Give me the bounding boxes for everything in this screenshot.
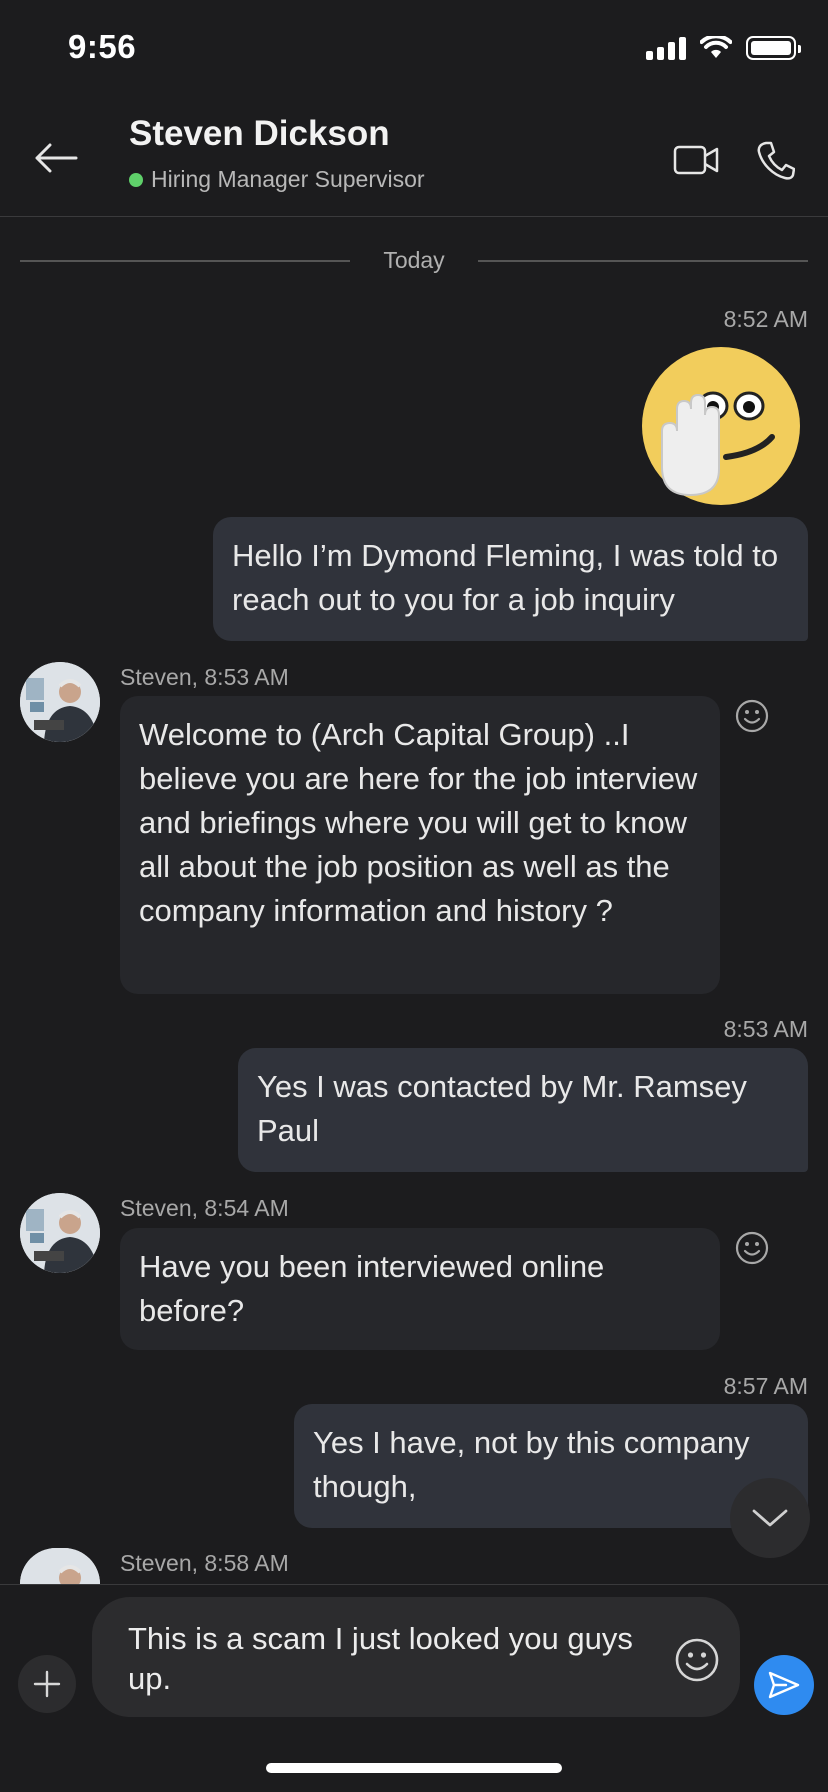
waving-emoji-sticker[interactable] [640, 345, 802, 507]
status-bar: 9:56 [0, 0, 828, 100]
message-text: Yes I was contacted by Mr. Ramsey Paul [257, 1069, 747, 1148]
scroll-to-bottom-button[interactable] [730, 1478, 810, 1558]
smiley-icon[interactable] [674, 1637, 720, 1683]
message-text: Welcome to (Arch Capital Group) ..I beli… [139, 717, 698, 928]
message-bubble-incoming[interactable]: Have you been interviewed online before? [120, 1228, 720, 1350]
smiley-icon[interactable] [734, 698, 770, 734]
audio-call-button[interactable] [748, 132, 804, 188]
message-input[interactable]: This is a scam I just looked you guys up… [92, 1597, 740, 1717]
contact-subtitle: Hiring Manager Supervisor [129, 166, 425, 193]
avatar[interactable] [20, 662, 100, 742]
message-timestamp: 8:53 AM [723, 1016, 808, 1042]
chevron-down-icon [752, 1509, 788, 1527]
date-divider: Today [20, 245, 808, 275]
presence-indicator [129, 172, 143, 187]
avatar-photo [20, 662, 100, 742]
avatar-photo [20, 1548, 100, 1584]
message-bubble-incoming[interactable]: Welcome to (Arch Capital Group) ..I beli… [120, 696, 720, 994]
avatar-photo [20, 1193, 100, 1273]
sender-line: Steven, 8:53 AM [120, 664, 289, 690]
divider-line [478, 260, 808, 262]
wifi-icon [700, 36, 732, 58]
message-text: Have you been interviewed online before? [139, 1249, 605, 1328]
message-timestamp: 8:57 AM [723, 1373, 808, 1399]
status-icons [646, 36, 801, 60]
phone-icon [757, 141, 795, 180]
video-camera-icon [673, 145, 719, 175]
send-icon [768, 1671, 800, 1699]
message-bubble-outgoing[interactable]: Yes I was contacted by Mr. Ramsey Paul [238, 1048, 808, 1172]
chat-header: Steven Dickson Hiring Manager Supervisor [0, 100, 828, 217]
status-time: 9:56 [68, 28, 137, 65]
message-bubble-outgoing[interactable]: Hello I’m Dymond Fleming, I was told to … [213, 517, 808, 641]
contact-title: Hiring Manager Supervisor [151, 166, 425, 192]
video-call-button[interactable] [668, 136, 724, 184]
sender-line: Steven, 8:58 AM [120, 1550, 289, 1576]
sender-line: Steven, 8:54 AM [120, 1195, 289, 1221]
cellular-signal-icon [646, 36, 686, 60]
back-button[interactable] [28, 130, 84, 186]
avatar[interactable] [20, 1548, 100, 1584]
plus-icon [33, 1670, 61, 1698]
back-arrow-icon [35, 143, 78, 173]
home-indicator[interactable] [266, 1763, 562, 1773]
message-input-text[interactable]: This is a scam I just looked you guys up… [128, 1619, 668, 1699]
send-button[interactable] [754, 1655, 814, 1715]
message-text: Yes I have, not by this company though, [313, 1425, 750, 1504]
contact-name[interactable]: Steven Dickson [129, 114, 390, 154]
message-timestamp: 8:52 AM [723, 306, 808, 332]
battery-icon [746, 36, 801, 60]
message-text: Hello I’m Dymond Fleming, I was told to … [232, 538, 779, 617]
smiley-icon[interactable] [734, 1230, 770, 1266]
message-composer: This is a scam I just looked you guys up… [0, 1584, 828, 1792]
add-attachment-button[interactable] [18, 1655, 76, 1713]
avatar[interactable] [20, 1193, 100, 1273]
